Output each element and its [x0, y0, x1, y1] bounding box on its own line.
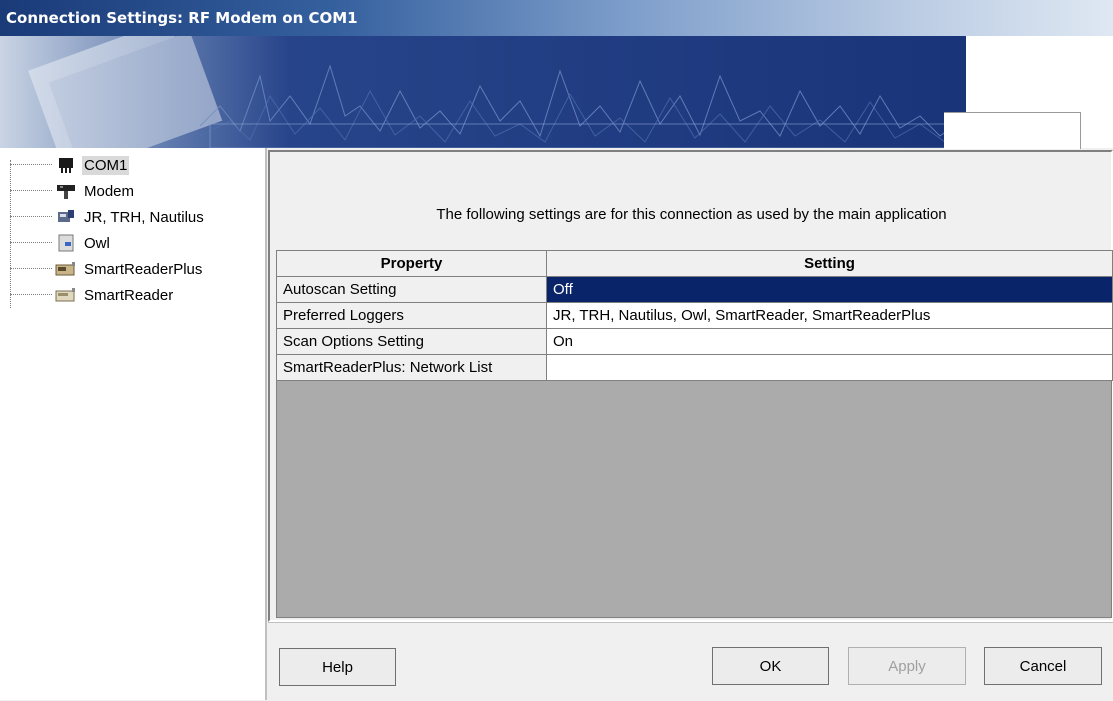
tree-item-label: Modem [84, 182, 135, 200]
property-name[interactable]: Scan Options Setting [276, 328, 547, 355]
tree-item-label: COM1 [82, 155, 130, 175]
tree-branch [10, 294, 52, 296]
settings-panel: The following settings are for this conn… [268, 150, 1113, 622]
property-name[interactable]: Autoscan Setting [276, 276, 547, 303]
help-button[interactable]: Help [279, 648, 396, 686]
window-title: Connection Settings: RF Modem on COM1 [6, 9, 358, 27]
grid-row-network-list[interactable]: SmartReaderPlus: Network List [276, 354, 1113, 381]
connection-tree[interactable]: COM1 Modem JR, TRH, Nautilus Owl SmartRe… [0, 148, 267, 700]
serial-port-icon [54, 155, 78, 175]
tree-item-com1[interactable]: COM1 [10, 154, 130, 176]
tree-branch [10, 164, 52, 166]
column-header-setting[interactable]: Setting [546, 250, 1113, 277]
setting-value[interactable] [546, 354, 1113, 381]
property-table: Property Setting Autoscan Setting Off Pr… [276, 250, 1113, 381]
button-bar: Help OK Apply Cancel [268, 622, 1113, 701]
column-header-property[interactable]: Property [276, 250, 547, 277]
settings-description: The following settings are for this conn… [436, 206, 947, 223]
tree-branch [10, 268, 52, 270]
tree-branch [10, 216, 52, 218]
tree-item-smartreaderplus[interactable]: SmartReaderPlus [10, 258, 204, 280]
setting-value[interactable]: JR, TRH, Nautilus, Owl, SmartReader, Sma… [546, 302, 1113, 329]
setting-value[interactable]: Off [546, 276, 1113, 303]
ok-button[interactable]: OK [712, 647, 829, 685]
apply-button[interactable]: Apply [848, 647, 966, 685]
grid-row-autoscan-setting[interactable]: Autoscan Setting Off [276, 276, 1113, 303]
tree-item-smartreader[interactable]: SmartReader [10, 284, 175, 306]
tree-item-label: SmartReader [84, 286, 174, 304]
owl-device-icon [54, 233, 78, 253]
tree-item-jr-trh-nautilus[interactable]: JR, TRH, Nautilus [10, 206, 206, 228]
smartreader-icon [54, 285, 78, 305]
cancel-button[interactable]: Cancel [984, 647, 1102, 685]
setting-value[interactable]: On [546, 328, 1113, 355]
banner-frame [944, 112, 1081, 149]
tree-item-label: JR, TRH, Nautilus [84, 208, 204, 226]
logger-device-icon [54, 207, 78, 227]
tree-item-label: Owl [84, 234, 110, 252]
header-banner [0, 36, 966, 148]
title-bar: Connection Settings: RF Modem on COM1 [0, 0, 1113, 36]
tree-branch [10, 242, 52, 244]
grid-header-row: Property Setting [276, 250, 1113, 277]
banner-graphic [28, 36, 966, 148]
tree-item-modem[interactable]: Modem [10, 180, 136, 202]
property-grid[interactable]: Property Setting Autoscan Setting Off Pr… [276, 250, 1113, 618]
property-name[interactable]: Preferred Loggers [276, 302, 547, 329]
grid-row-scan-options-setting[interactable]: Scan Options Setting On [276, 328, 1113, 355]
modem-icon [54, 181, 78, 201]
tree-item-owl[interactable]: Owl [10, 232, 112, 254]
tree-item-label: SmartReaderPlus [84, 260, 203, 278]
grid-row-preferred-loggers[interactable]: Preferred Loggers JR, TRH, Nautilus, Owl… [276, 302, 1113, 329]
property-name[interactable]: SmartReaderPlus: Network List [276, 354, 547, 381]
smartreaderplus-icon [54, 259, 78, 279]
tree-branch [10, 190, 52, 192]
